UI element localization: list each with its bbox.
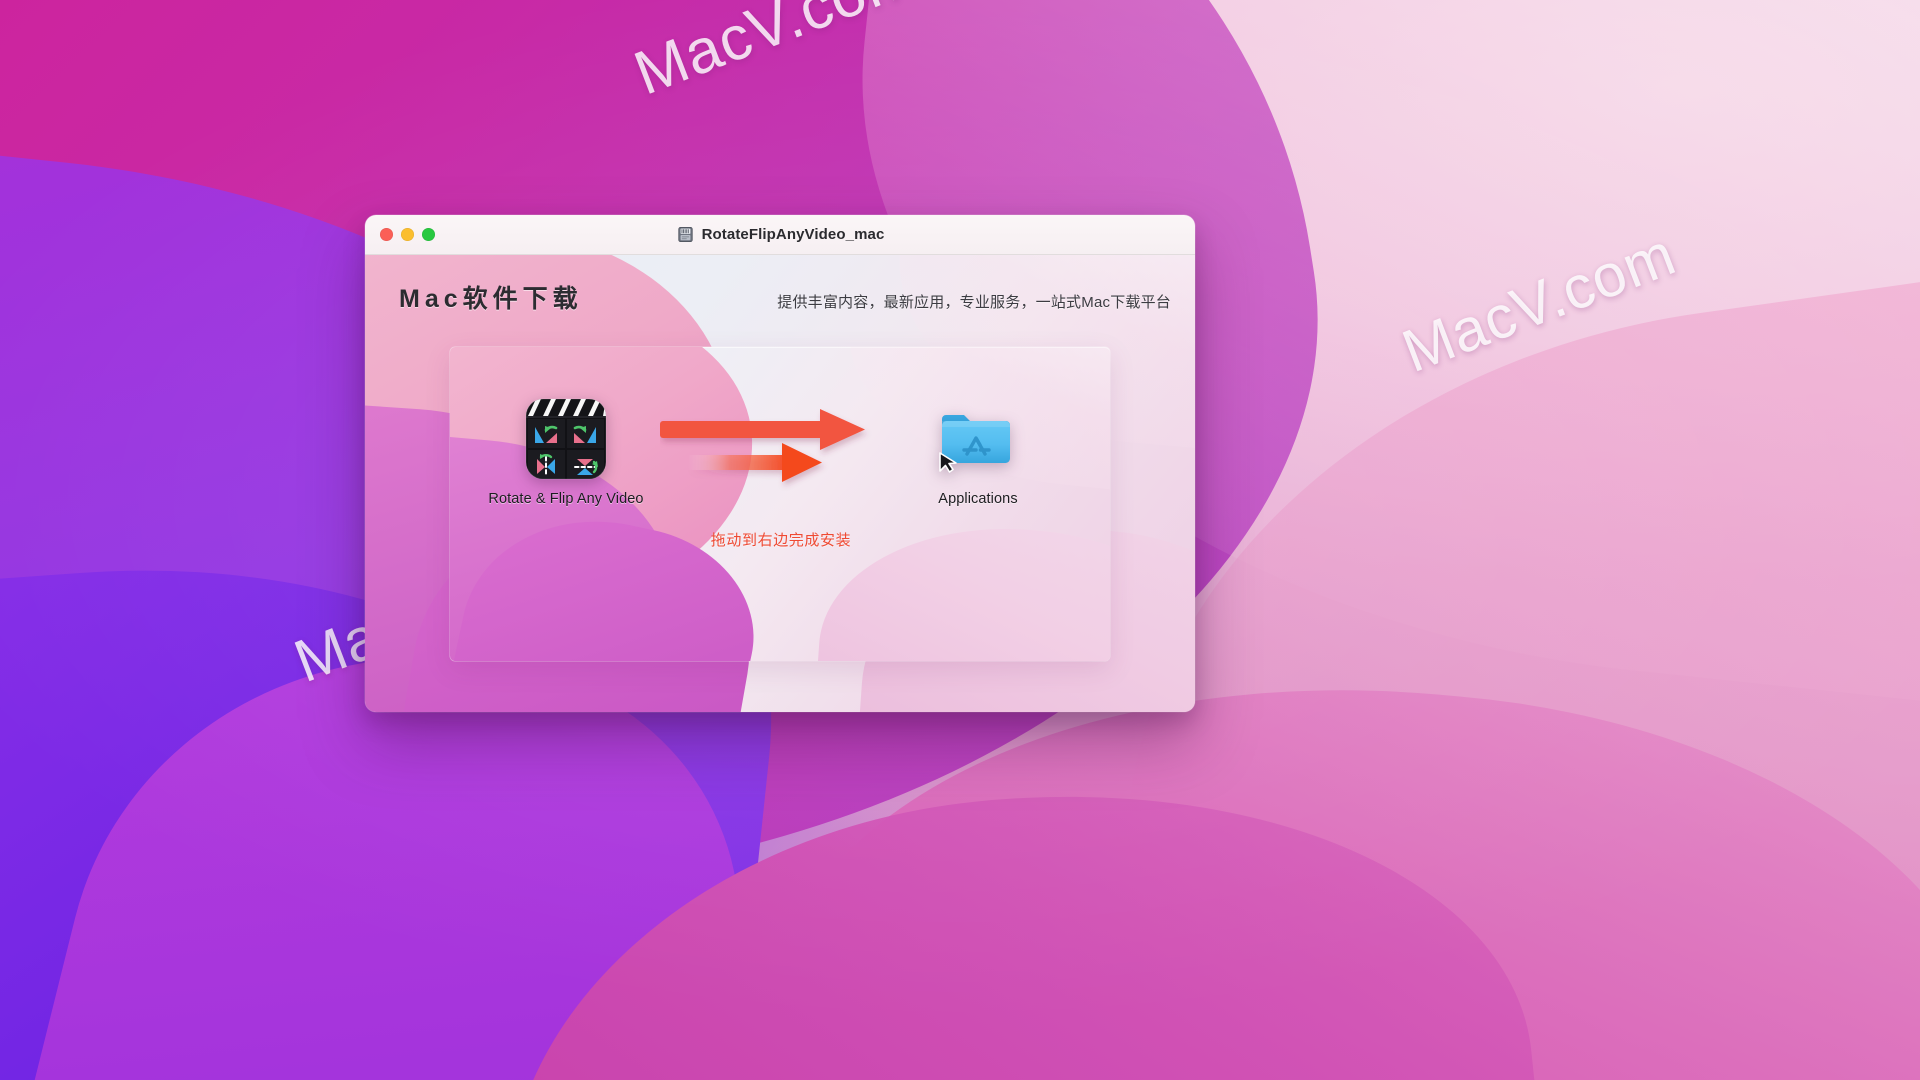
header-tagline: 提供丰富内容，最新应用，专业服务，一站式Mac下载平台 [777,294,1171,311]
page-title: Mac软件下载 [399,285,583,313]
traffic-light-group [380,228,435,241]
drag-instruction-text: 拖动到右边完成安装 [710,532,852,549]
window-titlebar[interactable]: RotateFlipAnyVideo_mac [365,215,1195,255]
applications-folder-alias-icon[interactable] [936,397,1020,481]
rotate-flip-any-video-app-icon[interactable] [524,397,608,481]
install-stage: Rotate & Flip Any Video 拖动到右边完成安装 Applic… [450,347,1110,661]
app-icon-label: Rotate & Flip Any Video [488,491,644,507]
drag-arrows-svg [660,409,865,482]
window-title: RotateFlipAnyVideo_mac [701,226,885,243]
minimize-button[interactable] [401,228,414,241]
close-button[interactable] [380,228,393,241]
applications-icon-box [888,397,1068,481]
drop-target-panel: Rotate & Flip Any Video 拖动到右边完成安装 Applic… [450,347,1110,661]
drag-arrow-group [660,403,900,523]
applications-folder-item[interactable]: Applications [888,397,1068,507]
app-icon-item[interactable]: Rotate & Flip Any Video [476,397,656,507]
app-icon-box [476,397,656,481]
window-body: Mac软件下载 提供丰富内容，最新应用，专业服务，一站式Mac下载平台 Rota… [365,255,1195,712]
primary-arrow-icon [660,409,865,450]
secondary-arrow-icon [688,443,822,482]
window-title-group: RotateFlipAnyVideo_mac [365,215,1195,254]
maximize-button[interactable] [422,228,435,241]
dmg-installer-window: RotateFlipAnyVideo_mac Mac软件下载 提供丰富内容，最新… [365,215,1195,712]
dmg-disk-image-icon [677,226,693,243]
applications-folder-label: Applications [938,491,1018,507]
window-header: Mac软件下载 提供丰富内容，最新应用，专业服务，一站式Mac下载平台 [365,279,1195,315]
